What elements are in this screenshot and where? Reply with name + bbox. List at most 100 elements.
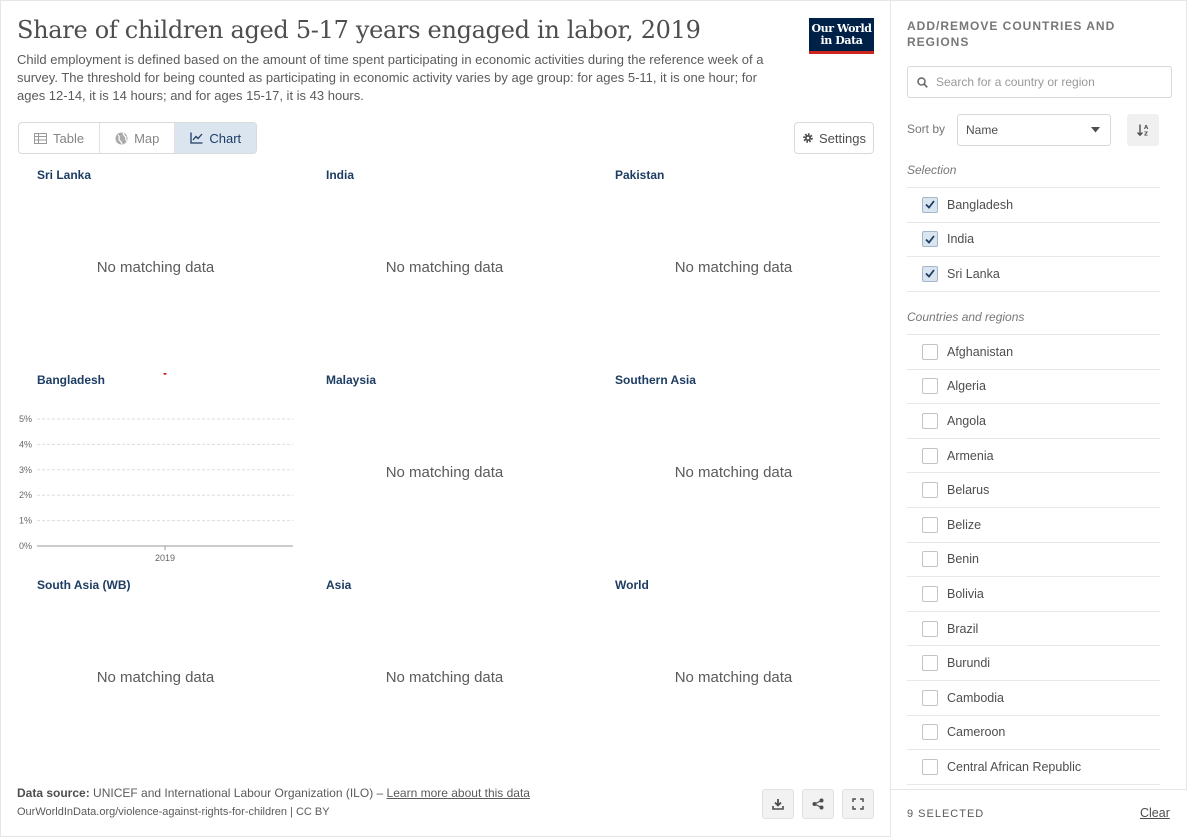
country-option-brazil[interactable]: Brazil [907, 610, 1160, 646]
country-label: Belize [947, 517, 982, 532]
checkbox[interactable] [922, 689, 938, 706]
checkbox[interactable] [922, 724, 938, 741]
y-tick-label: 2% [19, 490, 32, 500]
country-label: Cambodia [947, 690, 1004, 705]
country-option-central-african-republic[interactable]: Central African Republic [907, 749, 1160, 784]
tab-chart[interactable]: Chart [175, 123, 257, 153]
checkbox[interactable] [922, 585, 938, 602]
country-option-cambodia[interactable]: Cambodia [907, 679, 1160, 715]
country-label: Brazil [947, 621, 979, 636]
tab-table[interactable]: Table [19, 123, 101, 153]
country-label: Angola [947, 413, 986, 428]
svg-text:Z: Z [1144, 132, 1148, 137]
country-option-algeria[interactable]: Algeria [907, 368, 1160, 404]
country-option-belize[interactable]: Belize [907, 506, 1160, 542]
chevron-down-icon [1091, 127, 1100, 133]
country-search-input[interactable]: Search for a country or region [907, 66, 1172, 98]
chart-panel: Share of children aged 5-17 years engage… [0, 0, 890, 837]
no-data-message: No matching data [96, 669, 215, 686]
fullscreen-button[interactable] [842, 789, 874, 819]
facet-title: Pakistan [615, 168, 665, 182]
checkbox[interactable] [922, 447, 938, 464]
source-url[interactable]: OurWorldInData.org/violence-against-righ… [17, 806, 330, 818]
checkbox[interactable] [922, 516, 938, 533]
y-tick-label: 1% [19, 516, 32, 526]
facet-southern-asia: Southern Asia No matching data [615, 373, 852, 563]
checkbox[interactable] [922, 655, 938, 672]
facet-south-asia-wb: South Asia (WB) No matching data [37, 578, 274, 768]
checkbox[interactable] [922, 551, 938, 568]
checkbox[interactable] [922, 758, 938, 775]
facet-title: Sri Lanka [37, 168, 92, 182]
no-data-message: No matching data [674, 669, 793, 686]
facet-title: World [615, 578, 649, 592]
sort-select[interactable]: Name [957, 114, 1111, 146]
y-tick-label: 3% [19, 465, 32, 475]
tab-chart-label: Chart [209, 130, 242, 146]
share-button[interactable] [802, 789, 834, 819]
facet-title: Southern Asia [615, 373, 696, 387]
source-label: Data source: [17, 786, 90, 800]
list-divider [907, 290, 1160, 292]
checkbox-checked[interactable] [922, 196, 938, 213]
tab-table-label: Table [53, 130, 85, 146]
country-label: Cameroon [947, 725, 1006, 740]
checkbox[interactable] [922, 378, 938, 395]
facet-india: India No matching data [326, 168, 563, 358]
country-label: Burundi [947, 656, 991, 671]
sort-order-button[interactable]: AZ [1127, 114, 1159, 146]
country-label: Central African Republic [947, 759, 1082, 774]
learn-more-link[interactable]: Learn more about this data [387, 786, 530, 800]
entity-selector: Add/remove countries and regions Search … [890, 0, 1187, 837]
country-option-bolivia[interactable]: Bolivia [907, 576, 1160, 611]
checkbox-checked[interactable] [922, 231, 938, 248]
country-label: Belarus [947, 483, 990, 498]
selection-label: Selection [907, 163, 957, 177]
country-option-benin[interactable]: Benin [907, 541, 1160, 577]
country-option-afghanistan[interactable]: Afghanistan [907, 334, 1160, 369]
country-option-india[interactable]: India [907, 221, 1160, 257]
country-option-armenia[interactable]: Armenia [907, 437, 1160, 473]
facet-world: World No matching data [615, 578, 852, 768]
settings-button[interactable]: Settings [794, 122, 874, 154]
download-button[interactable] [762, 789, 794, 819]
countries-label: Countries and regions [907, 310, 1025, 324]
country-label: Bolivia [947, 586, 984, 601]
country-option-belarus[interactable]: Belarus [907, 472, 1160, 507]
country-label: Afghanistan [947, 344, 1014, 359]
check-icon [925, 235, 935, 244]
checkbox[interactable] [922, 482, 938, 499]
country-option-burundi[interactable]: Burundi [907, 645, 1160, 680]
country-option-angola[interactable]: Angola [907, 403, 1160, 438]
checkbox[interactable] [922, 412, 938, 429]
country-label: Algeria [947, 379, 986, 394]
no-data-message: No matching data [385, 259, 504, 276]
facet-pakistan: Pakistan No matching data [615, 168, 852, 358]
x-tick-label: 2019 [155, 553, 175, 563]
download-icon [772, 799, 784, 810]
checkbox-checked[interactable] [922, 265, 938, 282]
clear-button[interactable]: Clear [1140, 806, 1170, 820]
facet-malaysia: Malaysia No matching data [326, 373, 563, 563]
sidebar-footer: 9 SELECTED Clear [891, 789, 1187, 837]
y-tick-label: 0% [19, 541, 32, 551]
country-label: India [947, 232, 975, 247]
country-option-cameroon[interactable]: Cameroon [907, 714, 1160, 750]
search-placeholder: Search for a country or region [936, 75, 1095, 89]
country-option-sri-lanka[interactable]: Sri Lanka [907, 256, 1160, 291]
facet-asia: Asia No matching data [326, 578, 563, 768]
facet-title: South Asia (WB) [37, 578, 131, 592]
checkbox[interactable] [922, 343, 938, 360]
line-chart-icon [190, 132, 203, 144]
facet-title: India [326, 168, 355, 182]
expand-icon [852, 798, 864, 810]
country-option-bangladesh[interactable]: Bangladesh [907, 187, 1160, 222]
tab-map[interactable]: Map [100, 123, 176, 153]
country-label: Benin [947, 552, 979, 567]
sort-by-label: Sort by [907, 122, 946, 136]
checkbox[interactable] [922, 620, 938, 637]
data-point[interactable] [163, 373, 167, 375]
page-subtitle: Child employment is defined based on the… [17, 52, 764, 103]
sort-value: Name [966, 123, 999, 137]
owid-logo[interactable]: Our World in Data [809, 18, 874, 54]
